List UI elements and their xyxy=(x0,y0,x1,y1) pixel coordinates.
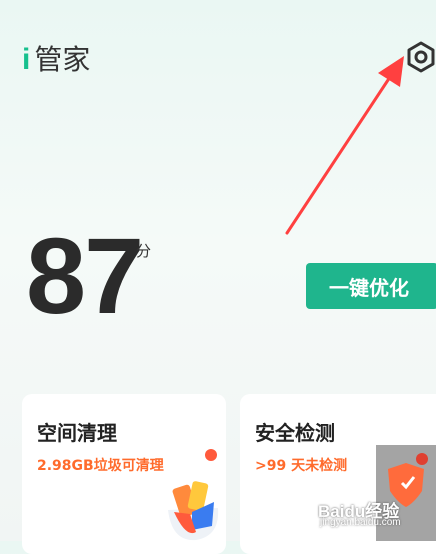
card-title: 空间清理 xyxy=(37,421,117,445)
watermark-url: jingyan.baidu.com xyxy=(320,517,401,528)
card-subtitle: 2.98GB垃圾可清理 xyxy=(37,458,164,474)
health-score: 87 xyxy=(26,215,144,336)
notification-dot xyxy=(205,449,217,461)
card-subtitle: >99 天未检测 xyxy=(255,458,348,474)
app-logo-letter: i xyxy=(22,43,31,76)
card-title: 安全检测 xyxy=(255,421,335,445)
space-cleanup-card[interactable]: 空间清理 2.98GB垃圾可清理 xyxy=(22,394,226,554)
app-title-text: 管家 xyxy=(34,43,91,76)
cleanup-bag-icon xyxy=(168,481,219,541)
gear-icon[interactable] xyxy=(405,41,436,73)
score-unit: 分 xyxy=(136,242,152,260)
optimize-button[interactable]: 一键优化 xyxy=(306,263,436,309)
app-title: i 管家 xyxy=(22,38,90,78)
